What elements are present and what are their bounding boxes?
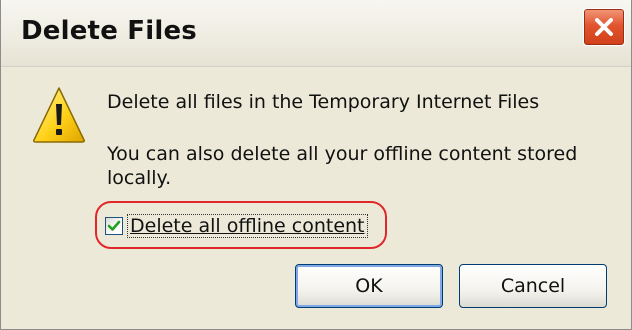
title-bar[interactable]: Delete Files [1,0,631,67]
delete-offline-content-checkbox[interactable] [105,217,123,235]
dialog-title: Delete Files [21,16,197,46]
cancel-button[interactable]: Cancel [459,264,607,308]
message-line-1: Delete all files in the Temporary Intern… [107,91,540,113]
delete-offline-content-option[interactable]: Delete all offline content [105,214,368,238]
warning-icon [33,87,85,143]
ok-button[interactable]: OK [295,264,443,308]
close-icon [595,18,613,36]
message-line-2: You can also delete all your offline con… [107,143,578,189]
delete-offline-content-label[interactable]: Delete all offline content [127,214,368,238]
close-button[interactable] [583,8,625,46]
delete-files-dialog: Delete Files Delete all files in the Tem… [0,0,632,330]
checkmark-icon [107,220,121,231]
